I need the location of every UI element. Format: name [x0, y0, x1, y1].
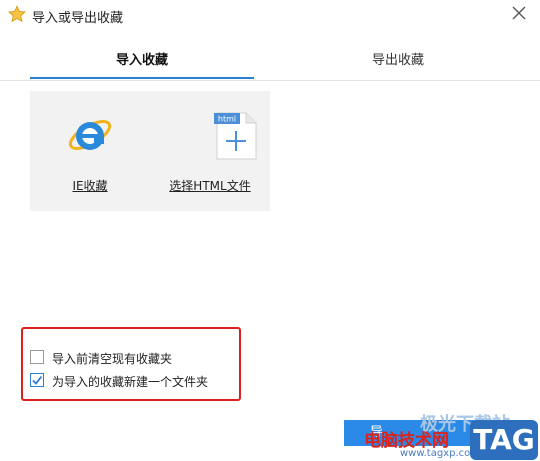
window-title: 导入或导出收藏 — [32, 11, 124, 26]
import-ie-option[interactable]: IE收藏 — [30, 91, 150, 211]
tab-export[interactable]: 导出收藏 — [286, 46, 510, 79]
import-ie-label[interactable]: IE收藏 — [30, 177, 150, 194]
title-bar: 导入或导出收藏 — [0, 0, 540, 30]
new-folder-checkbox[interactable] — [30, 373, 44, 387]
tab-bar: 导入收藏 导出收藏 — [0, 46, 540, 81]
import-html-label[interactable]: 选择HTML文件 — [150, 177, 270, 194]
clear-favorites-checkbox[interactable] — [30, 350, 44, 364]
checkmark-icon — [32, 375, 43, 385]
watermark-url: www.tagxp.com — [400, 448, 480, 459]
import-source-panel: IE收藏 html 选择HTML文件 — [30, 91, 270, 211]
tab-import[interactable]: 导入收藏 — [30, 46, 254, 79]
ie-icon — [68, 120, 112, 150]
new-folder-label: 为导入的收藏新建一个文件夹 — [52, 375, 209, 389]
star-icon — [8, 5, 26, 23]
clear-favorites-label: 导入前清空现有收藏夹 — [52, 352, 173, 366]
watermark-badge: TAG — [470, 420, 538, 460]
html-tag-text: html — [218, 115, 236, 124]
import-html-option[interactable]: html 选择HTML文件 — [150, 91, 270, 211]
html-file-icon: html — [214, 112, 257, 160]
close-icon[interactable] — [512, 6, 526, 20]
